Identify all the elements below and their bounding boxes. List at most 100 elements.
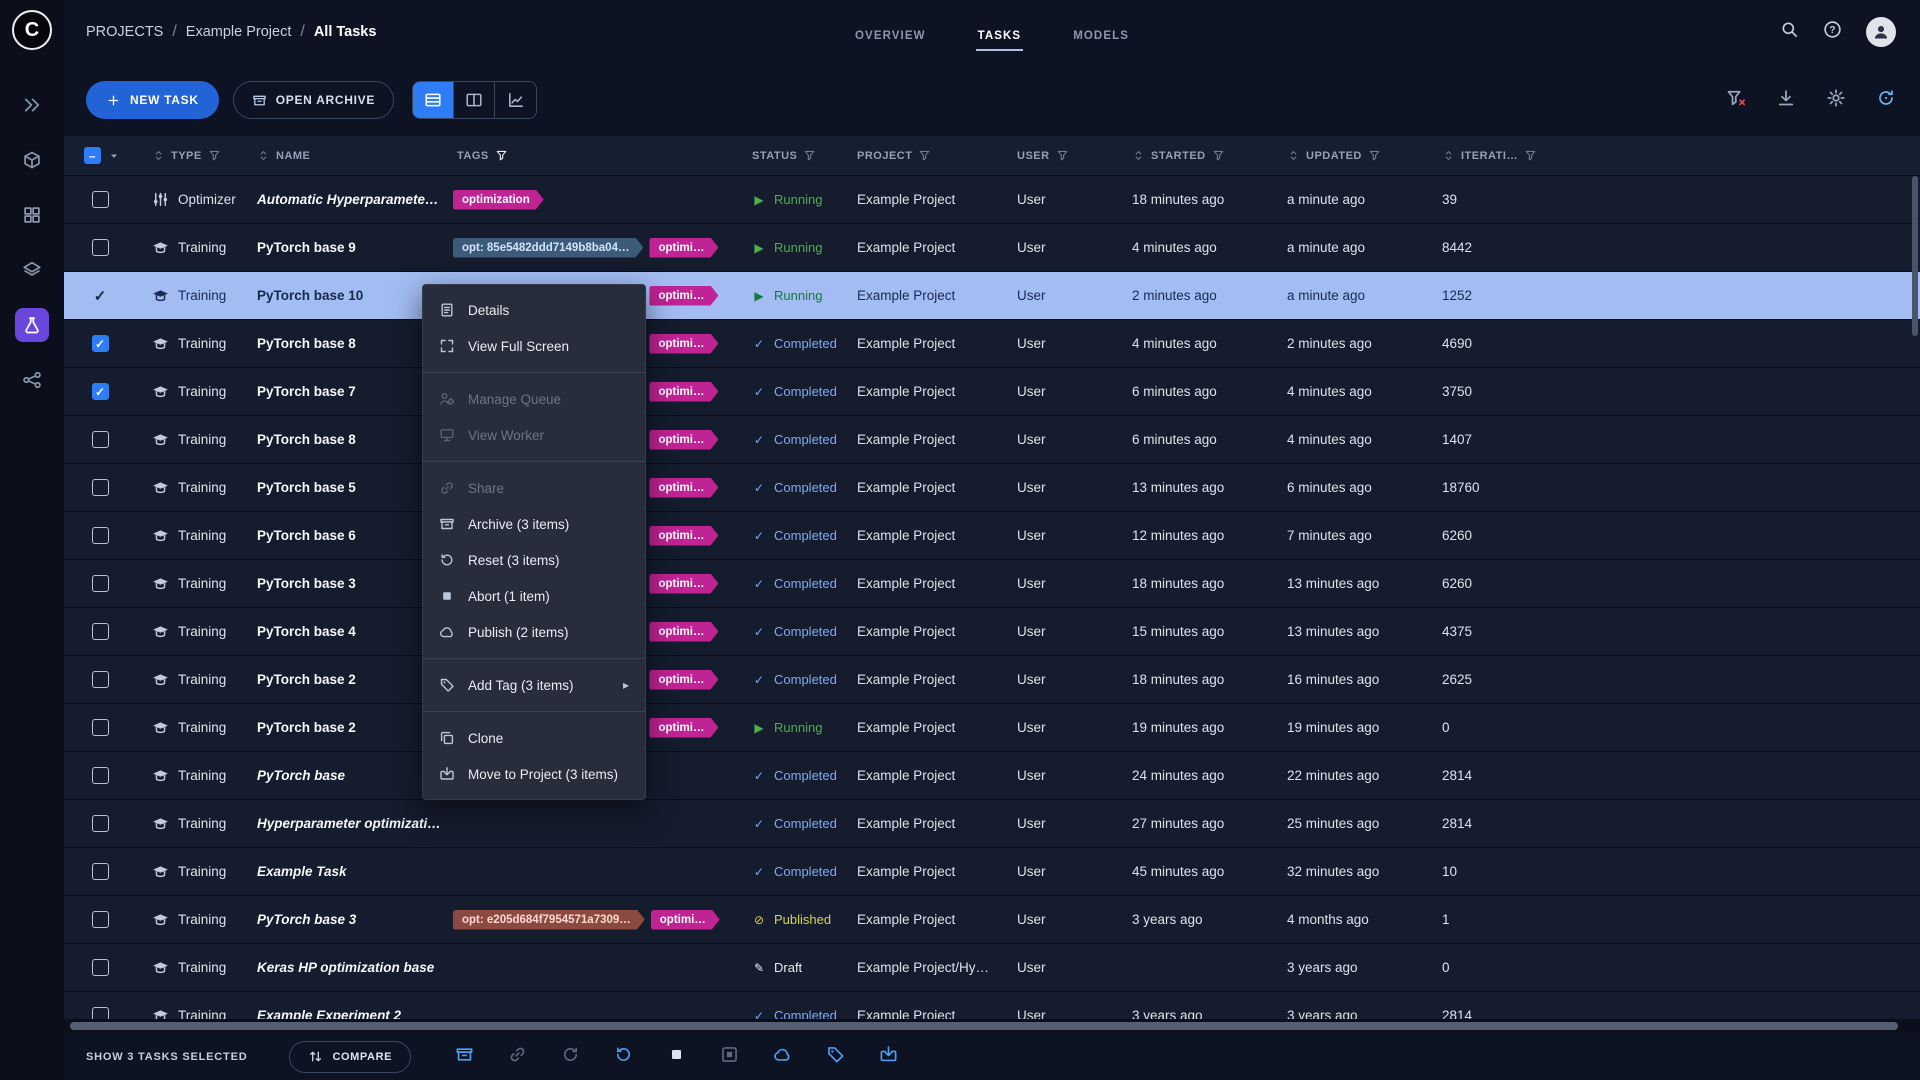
task-row[interactable]: ✓TrainingPyTorch base 7opt: 85e5482ddd71… xyxy=(64,368,1920,416)
tag-chip[interactable]: optimi… xyxy=(649,478,718,498)
select-all-checkbox[interactable]: – xyxy=(84,147,101,164)
task-row[interactable]: OptimizerAutomatic Hyperparamete…optimiz… xyxy=(64,176,1920,224)
sidebar-item-getting-started[interactable] xyxy=(15,88,49,122)
tag-chip[interactable]: opt: 85e5482ddd7149b8ba04… xyxy=(453,238,643,258)
task-row[interactable]: TrainingKeras HP optimization base✎Draft… xyxy=(64,944,1920,992)
tab-models[interactable]: MODELS xyxy=(1071,21,1131,51)
task-row[interactable]: ✓TrainingPyTorch base 10opt: 85e5482ddd7… xyxy=(64,272,1920,320)
footer-reset-button[interactable] xyxy=(614,1045,633,1069)
row-checkbox[interactable] xyxy=(92,1007,109,1019)
task-name[interactable]: Example Experiment 2 xyxy=(241,1008,441,1019)
row-checkbox[interactable] xyxy=(92,239,109,256)
sidebar-item-pipelines[interactable] xyxy=(15,253,49,287)
task-name[interactable]: PyTorch base 8 xyxy=(241,432,441,447)
sidebar-item-datasets[interactable] xyxy=(15,143,49,177)
row-checkbox[interactable]: ✓ xyxy=(92,335,109,352)
footer-archive-button[interactable] xyxy=(455,1045,474,1069)
task-row[interactable]: TrainingPyTorch base 9opt: 85e5482ddd714… xyxy=(64,224,1920,272)
row-checkbox[interactable] xyxy=(92,911,109,928)
task-row[interactable]: TrainingHyperparameter optimizati…✓Compl… xyxy=(64,800,1920,848)
tag-chip[interactable]: optimi… xyxy=(649,670,718,690)
task-row[interactable]: TrainingPyTorch base 8opt: 85e5482ddd714… xyxy=(64,416,1920,464)
task-row[interactable]: TrainingPyTorch base✓CompletedExample Pr… xyxy=(64,752,1920,800)
sidebar-item-workers-queues[interactable] xyxy=(15,363,49,397)
column-header-user[interactable]: USER xyxy=(1017,150,1050,162)
card-view-button[interactable] xyxy=(454,82,495,118)
auto-refresh-button[interactable] xyxy=(1876,88,1896,113)
filter-started-icon[interactable] xyxy=(1212,149,1225,162)
task-name[interactable]: PyTorch base 2 xyxy=(241,720,441,735)
search-button[interactable] xyxy=(1780,20,1799,44)
new-task-button[interactable]: NEW TASK xyxy=(86,81,219,119)
task-name[interactable]: PyTorch base 6 xyxy=(241,528,441,543)
tab-tasks[interactable]: TASKS xyxy=(976,21,1024,51)
menu-item-add-tag-3-items[interactable]: Add Tag (3 items)▸ xyxy=(423,667,645,703)
row-checkbox[interactable] xyxy=(92,191,109,208)
column-header-updated[interactable]: UPDATED xyxy=(1306,150,1362,162)
breadcrumb-item-projects[interactable]: PROJECTS xyxy=(86,24,163,40)
tag-chip[interactable]: optimi… xyxy=(651,910,720,930)
table-view-button[interactable] xyxy=(413,82,454,118)
tag-chip[interactable]: optimi… xyxy=(649,334,718,354)
footer-abort-button[interactable] xyxy=(667,1045,686,1069)
row-checkbox[interactable] xyxy=(92,863,109,880)
filter-iterati-icon[interactable] xyxy=(1524,149,1537,162)
task-row[interactable]: TrainingPyTorch base 6opt: 85e5482ddd714… xyxy=(64,512,1920,560)
filter-status-icon[interactable] xyxy=(803,149,816,162)
sort-started-icon[interactable] xyxy=(1132,149,1145,162)
task-name[interactable]: Hyperparameter optimizati… xyxy=(241,816,441,831)
task-name[interactable]: PyTorch base xyxy=(241,768,441,783)
task-row[interactable]: TrainingExample Experiment 2✓CompletedEx… xyxy=(64,992,1920,1019)
task-name[interactable]: PyTorch base 5 xyxy=(241,480,441,495)
row-checkbox[interactable]: ✓ xyxy=(92,383,109,400)
filter-user-icon[interactable] xyxy=(1056,149,1069,162)
row-checkbox[interactable] xyxy=(92,575,109,592)
task-name[interactable]: PyTorch base 10 xyxy=(241,288,441,303)
menu-item-abort-1-item[interactable]: Abort (1 item) xyxy=(423,578,645,614)
user-avatar[interactable] xyxy=(1866,17,1896,47)
task-name[interactable]: PyTorch base 3 xyxy=(241,576,441,591)
filter-updated-icon[interactable] xyxy=(1368,149,1381,162)
task-name[interactable]: PyTorch base 3 xyxy=(241,912,441,927)
task-name[interactable]: PyTorch base 2 xyxy=(241,672,441,687)
filter-type-icon[interactable] xyxy=(208,149,221,162)
breadcrumb-item-all-tasks[interactable]: All Tasks xyxy=(314,24,377,40)
column-header-started[interactable]: STARTED xyxy=(1151,150,1206,162)
task-row[interactable]: TrainingPyTorch base 2opt: 85e5482ddd714… xyxy=(64,656,1920,704)
task-name[interactable]: PyTorch base 8 xyxy=(241,336,441,351)
tag-chip[interactable]: optimi… xyxy=(649,718,718,738)
sort-iterati-icon[interactable] xyxy=(1442,149,1455,162)
filter-tags-icon[interactable] xyxy=(495,149,508,162)
tab-overview[interactable]: OVERVIEW xyxy=(853,21,928,51)
column-header-project[interactable]: PROJECT xyxy=(857,150,912,162)
footer-abort-all-button[interactable] xyxy=(720,1045,739,1069)
tag-chip[interactable]: optimi… xyxy=(649,622,718,642)
settings-button[interactable] xyxy=(1826,88,1846,113)
menu-item-details[interactable]: Details xyxy=(423,292,645,328)
vertical-scrollbar-thumb[interactable] xyxy=(1912,176,1918,336)
footer-move-to-project-button[interactable] xyxy=(879,1045,898,1069)
column-header-tags[interactable]: TAGS xyxy=(457,150,489,162)
menu-item-archive-3-items[interactable]: Archive (3 items) xyxy=(423,506,645,542)
tag-chip[interactable]: optimi… xyxy=(649,238,718,258)
tag-chip[interactable]: optimi… xyxy=(649,286,718,306)
column-header-name[interactable]: NAME xyxy=(276,150,310,162)
sort-name-icon[interactable] xyxy=(257,149,270,162)
sidebar-item-reports[interactable] xyxy=(15,198,49,232)
row-checkbox[interactable] xyxy=(92,815,109,832)
clearml-logo[interactable]: C xyxy=(12,10,52,50)
menu-item-reset-3-items[interactable]: Reset (3 items) xyxy=(423,542,645,578)
row-checkbox[interactable] xyxy=(92,719,109,736)
task-row[interactable]: TrainingPyTorch base 2opt: 85e5482ddd714… xyxy=(64,704,1920,752)
horizontal-scrollbar-thumb[interactable] xyxy=(70,1022,1898,1030)
compare-button[interactable]: COMPARE xyxy=(289,1041,411,1073)
horizontal-scrollbar[interactable] xyxy=(64,1019,1920,1033)
tag-chip[interactable]: optimization xyxy=(453,190,544,210)
sidebar-item-projects[interactable] xyxy=(15,308,49,342)
task-name[interactable]: Automatic Hyperparamete… xyxy=(241,192,441,207)
row-checkbox[interactable] xyxy=(92,431,109,448)
task-name[interactable]: Example Task xyxy=(241,864,441,879)
task-row[interactable]: TrainingExample Task✓CompletedExample Pr… xyxy=(64,848,1920,896)
menu-item-view-full-screen[interactable]: View Full Screen xyxy=(423,328,645,364)
menu-item-clone[interactable]: Clone xyxy=(423,720,645,756)
